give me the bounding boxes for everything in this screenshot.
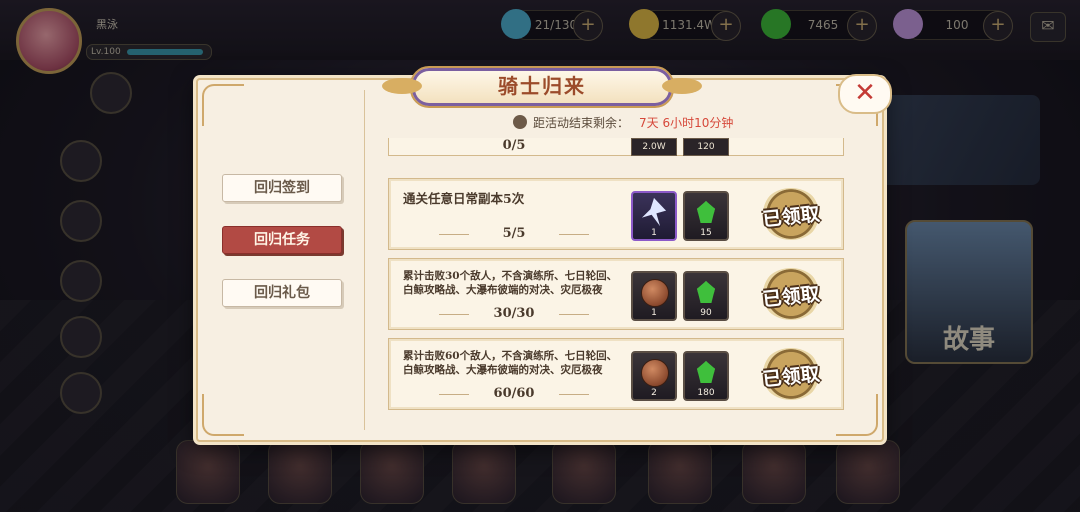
claimed-label: 已领取 — [761, 203, 821, 231]
countdown-value: 7天 6小时10分钟 — [639, 116, 734, 130]
claimed-stamp: 已领取 — [761, 188, 821, 240]
bronze-medal-icon — [641, 359, 669, 387]
reward-item[interactable]: 2 — [631, 351, 677, 401]
task-list[interactable]: 0/5 2.0W 120 通关任意日常副本5次 5/5 1 15 已领取 累计击… — [382, 138, 852, 428]
task-description: 累计击败30个敌人，不含演练所、七日轮回、白鲸攻略战、大瀑布彼端的对决、灾厄极夜 — [403, 270, 618, 296]
claimed-label: 已领取 — [761, 363, 821, 391]
reward-qty: 180 — [697, 388, 715, 398]
task-row: 累计击败60个敌人，不含演练所、七日轮回、白鲸攻略战、大瀑布彼端的对决、灾厄极夜… — [388, 338, 844, 410]
tab-return-gift-pack[interactable]: 回归礼包 — [222, 279, 342, 307]
task-progress: 30/30 — [439, 306, 589, 321]
ornament-corner — [202, 84, 244, 126]
claimed-stamp: 已领取 — [761, 348, 821, 400]
event-countdown: 距活动结束剩余： 7天 6小时10分钟 — [513, 114, 833, 134]
task-progress: 0/5 — [502, 138, 526, 153]
reward-qty: 90 — [700, 308, 712, 318]
reward-qty: 15 — [700, 228, 712, 238]
task-row: 通关任意日常副本5次 5/5 1 15 已领取 — [388, 178, 844, 250]
tab-return-sign-in[interactable]: 回归签到 — [222, 174, 342, 202]
reward-item[interactable]: 15 — [683, 191, 729, 241]
reward-item[interactable]: 180 — [683, 351, 729, 401]
knight-blade-icon — [642, 198, 666, 226]
claimed-label: 已领取 — [761, 283, 821, 311]
task-progress: 5/5 — [439, 226, 589, 241]
dialog-title: 骑士归来 — [498, 74, 586, 98]
tab-return-tasks[interactable]: 回归任务 — [222, 226, 342, 254]
close-button[interactable]: ✕ — [838, 74, 892, 114]
dialog-title-plate: 骑士归来 — [382, 66, 702, 108]
close-icon: ✕ — [854, 78, 876, 108]
reward-qty: 120 — [683, 138, 729, 156]
reward-item[interactable]: 90 — [683, 271, 729, 321]
claimed-stamp: 已领取 — [761, 268, 821, 320]
task-row-partial: 0/5 2.0W 120 — [388, 138, 844, 156]
green-gem-icon — [697, 281, 715, 303]
bronze-medal-icon — [641, 279, 669, 307]
tab-divider — [364, 90, 365, 430]
task-description: 通关任意日常副本5次 — [403, 191, 525, 206]
reward-qty: 2.0W — [631, 138, 677, 156]
task-description: 累计击败60个敌人，不含演练所、七日轮回、白鲸攻略战、大瀑布彼端的对决、灾厄极夜 — [403, 350, 618, 376]
reward-item[interactable]: 1 — [631, 191, 677, 241]
title-ornament — [382, 78, 422, 94]
countdown-label: 距活动结束剩余： — [533, 116, 630, 130]
reward-qty: 2 — [651, 388, 657, 398]
ornament-corner — [202, 394, 244, 436]
green-gem-icon — [697, 361, 715, 383]
clock-icon — [513, 115, 527, 129]
reward-qty: 1 — [651, 308, 657, 318]
reward-qty: 1 — [651, 228, 657, 238]
title-ornament — [662, 78, 702, 94]
task-row: 累计击败30个敌人，不含演练所、七日轮回、白鲸攻略战、大瀑布彼端的对决、灾厄极夜… — [388, 258, 844, 330]
reward-item[interactable]: 1 — [631, 271, 677, 321]
task-progress: 60/60 — [439, 386, 589, 401]
green-gem-icon — [697, 201, 715, 223]
